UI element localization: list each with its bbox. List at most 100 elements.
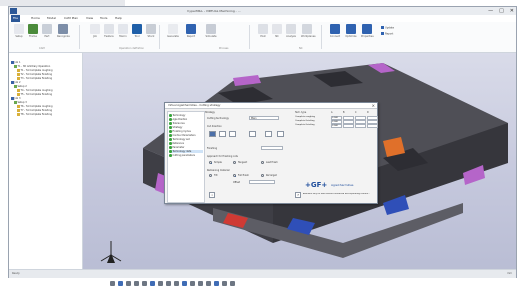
ribbon-button-frame[interactable]: Frame bbox=[27, 24, 39, 38]
zoom-icon[interactable] bbox=[110, 280, 115, 286]
menu-view[interactable]: View bbox=[86, 15, 93, 22]
table-cell-value[interactable] bbox=[355, 120, 366, 124]
fit-icon[interactable] bbox=[134, 280, 139, 286]
table-cell-name[interactable]: Complete finishing bbox=[295, 120, 315, 124]
dialog-nav-item[interactable]: Finishing Cycles bbox=[169, 130, 191, 133]
approach-simple-radio[interactable] bbox=[209, 161, 212, 164]
offset-input[interactable] bbox=[249, 180, 275, 184]
menu-cam-plan[interactable]: CAM Plan bbox=[64, 15, 78, 22]
ribbon-button-tool[interactable]: Tool bbox=[131, 24, 143, 38]
cutting-technology-select[interactable]: Main bbox=[249, 116, 279, 120]
tree-item[interactable]: T2 - Tø Complete finishing bbox=[17, 73, 52, 76]
rotate-icon[interactable] bbox=[126, 280, 131, 286]
tree-item[interactable]: Setup 3 bbox=[14, 101, 27, 104]
ribbon-button-setup[interactable]: Setup bbox=[13, 24, 25, 38]
dialog-nav-item[interactable]: Tolerances bbox=[169, 122, 185, 125]
tree-item[interactable]: T7 - Tø Complete finishing bbox=[17, 109, 52, 112]
select-icon[interactable] bbox=[198, 280, 203, 286]
ribbon-button-properties[interactable]: Properties bbox=[361, 24, 374, 38]
info-icon[interactable]: i bbox=[209, 192, 215, 198]
direction-option-4-icon[interactable] bbox=[249, 131, 256, 137]
ribbon-button-optimize[interactable]: Optimize bbox=[345, 24, 357, 38]
wire-icon[interactable] bbox=[174, 280, 179, 286]
maximize-button[interactable]: □ bbox=[499, 7, 504, 15]
finishing-input[interactable] bbox=[261, 146, 283, 150]
tree-item[interactable]: Job 2 bbox=[11, 81, 20, 84]
ribbon-button-simulate[interactable]: Simulate bbox=[205, 24, 217, 38]
menu-help[interactable]: Help bbox=[115, 15, 122, 22]
dialog-nav-item[interactable]: Cutting parameters bbox=[169, 154, 195, 157]
app-logo-icon[interactable] bbox=[10, 8, 17, 14]
table-cell-value[interactable] bbox=[343, 120, 354, 124]
camera-icon[interactable] bbox=[230, 280, 235, 286]
direction-option-5-icon[interactable] bbox=[265, 131, 272, 137]
measure-icon[interactable] bbox=[190, 280, 195, 286]
ribbon-button-nc[interactable]: NC bbox=[271, 24, 283, 38]
dialog-nav-item[interactable]: Contour Parameters bbox=[169, 134, 196, 137]
ribbon-button-post[interactable]: Post bbox=[257, 24, 269, 38]
view-front-icon[interactable] bbox=[142, 280, 147, 286]
menu-file[interactable]: File bbox=[11, 15, 21, 22]
ribbon-button-connect[interactable]: Connect bbox=[329, 24, 341, 38]
tree-item[interactable]: T3 - Tø Complete finishing bbox=[17, 77, 52, 80]
remaining-ra-radio[interactable] bbox=[261, 174, 264, 177]
dialog-close-button[interactable]: × bbox=[372, 103, 375, 109]
ribbon-button-job[interactable]: Job bbox=[89, 24, 101, 38]
ribbon-button-generate[interactable]: Generate bbox=[167, 24, 179, 38]
table-cell-value[interactable] bbox=[355, 124, 366, 128]
tree-item[interactable]: T1 - 3D Arbitrary Operation bbox=[14, 65, 50, 68]
tree-item[interactable]: Setup 2 bbox=[14, 85, 27, 88]
tree-item[interactable]: Job 3 bbox=[11, 97, 20, 100]
ribbon-button-recognize[interactable]: Recognize bbox=[57, 24, 70, 38]
view-iso-icon[interactable] bbox=[158, 280, 163, 286]
tree-item[interactable]: T5 - Tø Complete finishing bbox=[17, 93, 52, 96]
table-cell-value[interactable]: 0.040 bbox=[331, 120, 342, 124]
tree-item[interactable]: Job 1 bbox=[11, 61, 20, 64]
dialog-nav-item[interactable]: Parameter bbox=[169, 146, 184, 149]
ribbon-small-button-report[interactable]: Report bbox=[381, 32, 393, 36]
ribbon-button-part[interactable]: Part bbox=[41, 24, 53, 38]
ribbon-button-report[interactable]: Report bbox=[185, 24, 197, 38]
light-icon[interactable] bbox=[222, 280, 227, 286]
layer-icon[interactable] bbox=[214, 280, 219, 286]
direction-option-6-icon[interactable] bbox=[277, 131, 284, 137]
menu-model[interactable]: Model bbox=[47, 15, 56, 22]
table-cell-name[interactable]: Complete roughing bbox=[295, 116, 315, 120]
table-cell-value[interactable] bbox=[367, 120, 378, 124]
filter-icon[interactable] bbox=[206, 280, 211, 286]
approach-last-radio[interactable] bbox=[261, 161, 264, 164]
tree-item[interactable]: T6 - Tø Complete roughing bbox=[17, 105, 52, 108]
ribbon-small-button-update[interactable]: Update bbox=[381, 26, 394, 30]
dialog-nav-item[interactable]: Agie Position bbox=[169, 118, 187, 121]
ribbon-button-feature[interactable]: Feature bbox=[103, 24, 115, 38]
table-cell-value[interactable] bbox=[343, 116, 354, 120]
help-icon[interactable]: ? bbox=[295, 192, 301, 198]
table-cell-value[interactable]: 0.040 bbox=[331, 116, 342, 120]
remaining-tilt-radio[interactable] bbox=[209, 174, 212, 177]
direction-option-1-icon[interactable] bbox=[209, 131, 216, 137]
ribbon-button-macro[interactable]: Macro bbox=[117, 24, 129, 38]
dialog-nav-item[interactable]: Technology bbox=[169, 114, 185, 117]
remaining-full-radio[interactable] bbox=[233, 174, 236, 177]
ribbon-button-workplanes[interactable]: Workplanes bbox=[301, 24, 316, 38]
table-cell-name[interactable]: Complete finishing bbox=[295, 124, 315, 128]
dialog-nav-item[interactable]: Technology set bbox=[169, 138, 190, 141]
table-cell-value[interactable] bbox=[343, 124, 354, 128]
ribbon-button-analyze[interactable]: Analyze bbox=[285, 24, 297, 38]
shade-icon[interactable] bbox=[166, 280, 171, 286]
direction-option-2-icon[interactable] bbox=[219, 131, 226, 137]
table-cell-value[interactable] bbox=[367, 124, 378, 128]
dialog-nav-item[interactable]: Reference bbox=[169, 142, 184, 145]
dialog-nav-item[interactable]: Strategy bbox=[169, 126, 182, 129]
menu-tools[interactable]: Tools bbox=[100, 15, 107, 22]
approach-tangent-radio[interactable] bbox=[233, 161, 236, 164]
direction-option-3-icon[interactable] bbox=[229, 131, 236, 137]
table-cell-value[interactable]: 0.040 bbox=[331, 124, 342, 128]
ribbon-button-stock[interactable]: Stock bbox=[145, 24, 157, 38]
menu-home[interactable]: Home bbox=[31, 15, 40, 22]
table-cell-value[interactable] bbox=[355, 116, 366, 120]
view-top-icon[interactable] bbox=[150, 280, 155, 286]
tree-item[interactable]: T4 - Tø Complete roughing bbox=[17, 89, 52, 92]
tree-item[interactable]: T8 - Tø Complete finishing bbox=[17, 113, 52, 116]
pan-icon[interactable] bbox=[118, 280, 123, 286]
